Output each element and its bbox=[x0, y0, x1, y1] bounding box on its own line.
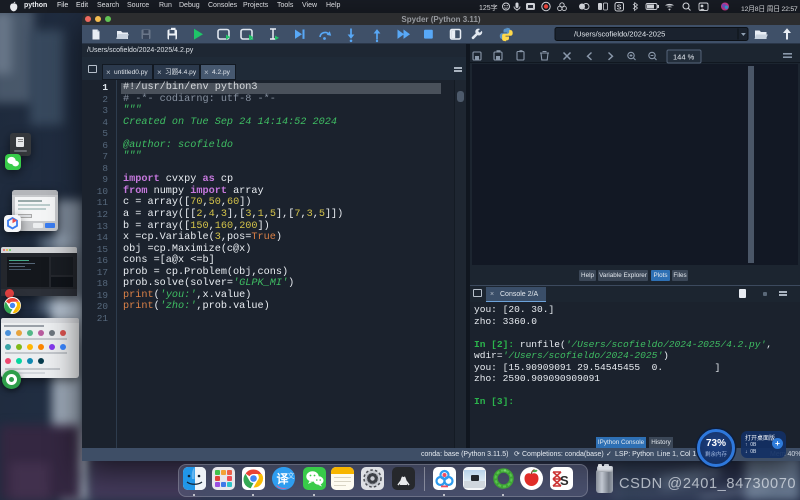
svg-text:/Users/scofieldo/2024-2025: /Users/scofieldo/2024-2025 bbox=[574, 30, 665, 39]
svg-text:144 %: 144 % bbox=[673, 52, 695, 61]
svg-text:S: S bbox=[560, 473, 569, 488]
svg-text:S: S bbox=[617, 5, 622, 12]
